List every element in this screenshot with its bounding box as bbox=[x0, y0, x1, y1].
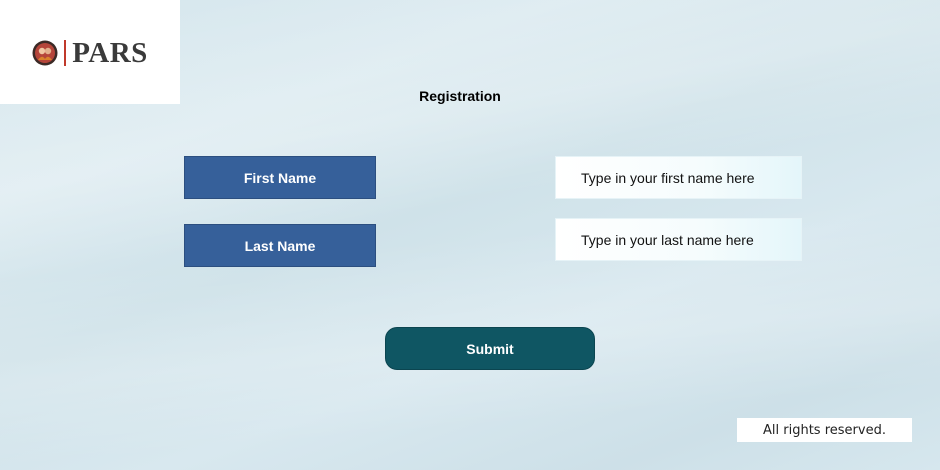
seal-logo-icon bbox=[32, 40, 58, 66]
submit-button[interactable]: Submit bbox=[385, 327, 595, 370]
page-title: Registration bbox=[419, 88, 501, 104]
first-name-input[interactable] bbox=[555, 156, 802, 199]
first-name-label: First Name bbox=[184, 156, 376, 199]
last-name-label: Last Name bbox=[184, 224, 376, 267]
logo-inner: PARS bbox=[32, 36, 148, 69]
last-name-input[interactable] bbox=[555, 218, 802, 261]
logo-divider bbox=[64, 40, 67, 66]
footer-copyright: All rights reserved. bbox=[737, 418, 912, 442]
logo-text: PARS bbox=[72, 36, 148, 69]
